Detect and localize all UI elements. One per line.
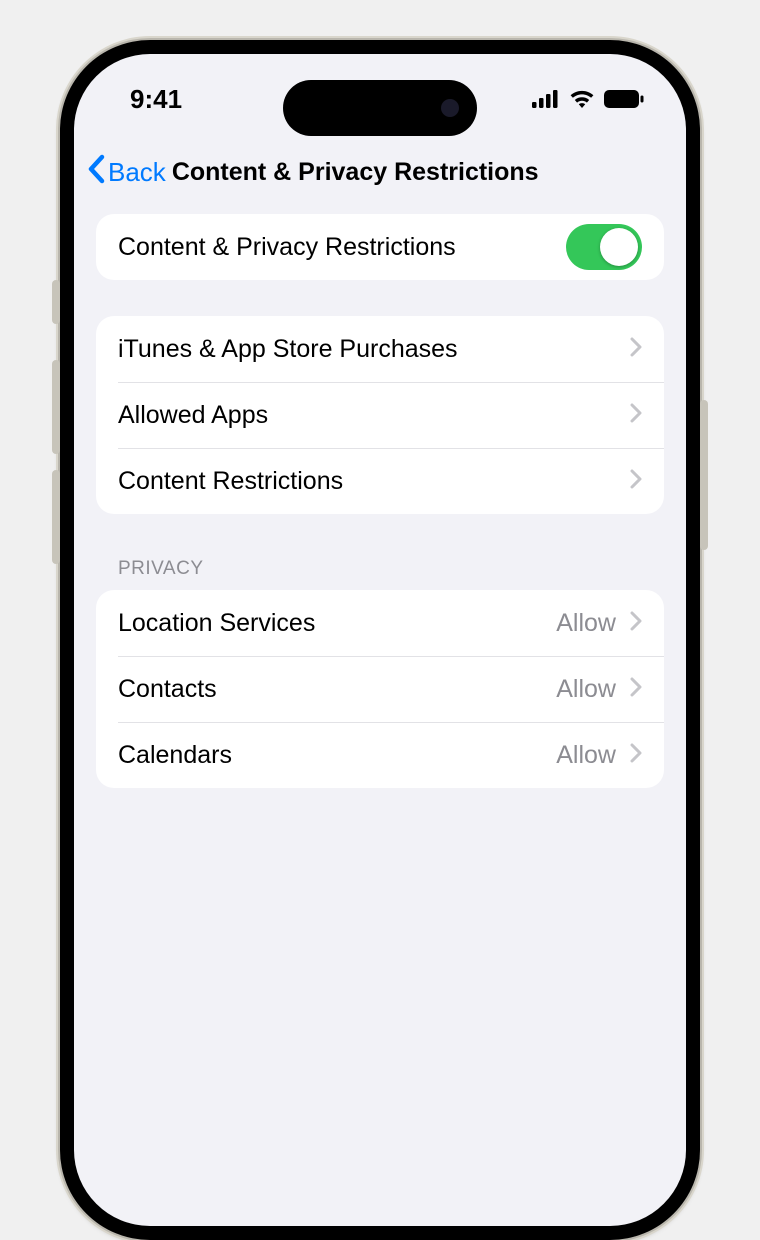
toggle-label: Content & Privacy Restrictions	[118, 233, 566, 262]
status-icons	[532, 90, 644, 108]
itunes-app-store-row[interactable]: iTunes & App Store Purchases	[96, 316, 664, 382]
chevron-right-icon	[630, 743, 642, 768]
battery-icon	[604, 90, 644, 108]
phone-frame: 9:41	[60, 40, 700, 1240]
page-title: Content & Privacy Restrictions	[172, 158, 539, 187]
dynamic-island	[283, 80, 477, 136]
switch-knob	[600, 228, 638, 266]
chevron-right-icon	[630, 403, 642, 428]
volume-down-button	[52, 470, 60, 564]
silence-switch	[52, 280, 60, 324]
screen: 9:41	[74, 54, 686, 1226]
privacy-group: Location Services Allow Contacts Allow C…	[96, 590, 664, 788]
wifi-icon	[569, 90, 595, 108]
privacy-section-header: PRIVACY	[96, 558, 664, 590]
status-time: 9:41	[130, 84, 182, 115]
contacts-row[interactable]: Contacts Allow	[96, 656, 664, 722]
row-label: Location Services	[118, 609, 556, 638]
nav-bar: Back Content & Privacy Restrictions	[74, 144, 686, 200]
row-value: Allow	[556, 741, 616, 770]
chevron-left-icon	[86, 154, 108, 191]
restrictions-toggle-row[interactable]: Content & Privacy Restrictions	[96, 214, 664, 280]
cellular-icon	[532, 90, 560, 108]
chevron-right-icon	[630, 337, 642, 362]
main-group: iTunes & App Store Purchases Allowed App…	[96, 316, 664, 514]
content-restrictions-row[interactable]: Content Restrictions	[96, 448, 664, 514]
back-label: Back	[108, 157, 166, 188]
row-value: Allow	[556, 609, 616, 638]
row-label: Allowed Apps	[118, 401, 630, 430]
location-services-row[interactable]: Location Services Allow	[96, 590, 664, 656]
row-label: Contacts	[118, 675, 556, 704]
power-button	[700, 400, 708, 550]
chevron-right-icon	[630, 611, 642, 636]
volume-up-button	[52, 360, 60, 454]
allowed-apps-row[interactable]: Allowed Apps	[96, 382, 664, 448]
content: Content & Privacy Restrictions iTunes & …	[74, 214, 686, 832]
chevron-right-icon	[630, 677, 642, 702]
row-label: Calendars	[118, 741, 556, 770]
restrictions-switch[interactable]	[566, 224, 642, 270]
row-label: Content Restrictions	[118, 467, 630, 496]
row-value: Allow	[556, 675, 616, 704]
chevron-right-icon	[630, 469, 642, 494]
toggle-group: Content & Privacy Restrictions	[96, 214, 664, 280]
row-label: iTunes & App Store Purchases	[118, 335, 630, 364]
calendars-row[interactable]: Calendars Allow	[96, 722, 664, 788]
back-button[interactable]: Back	[86, 154, 166, 191]
